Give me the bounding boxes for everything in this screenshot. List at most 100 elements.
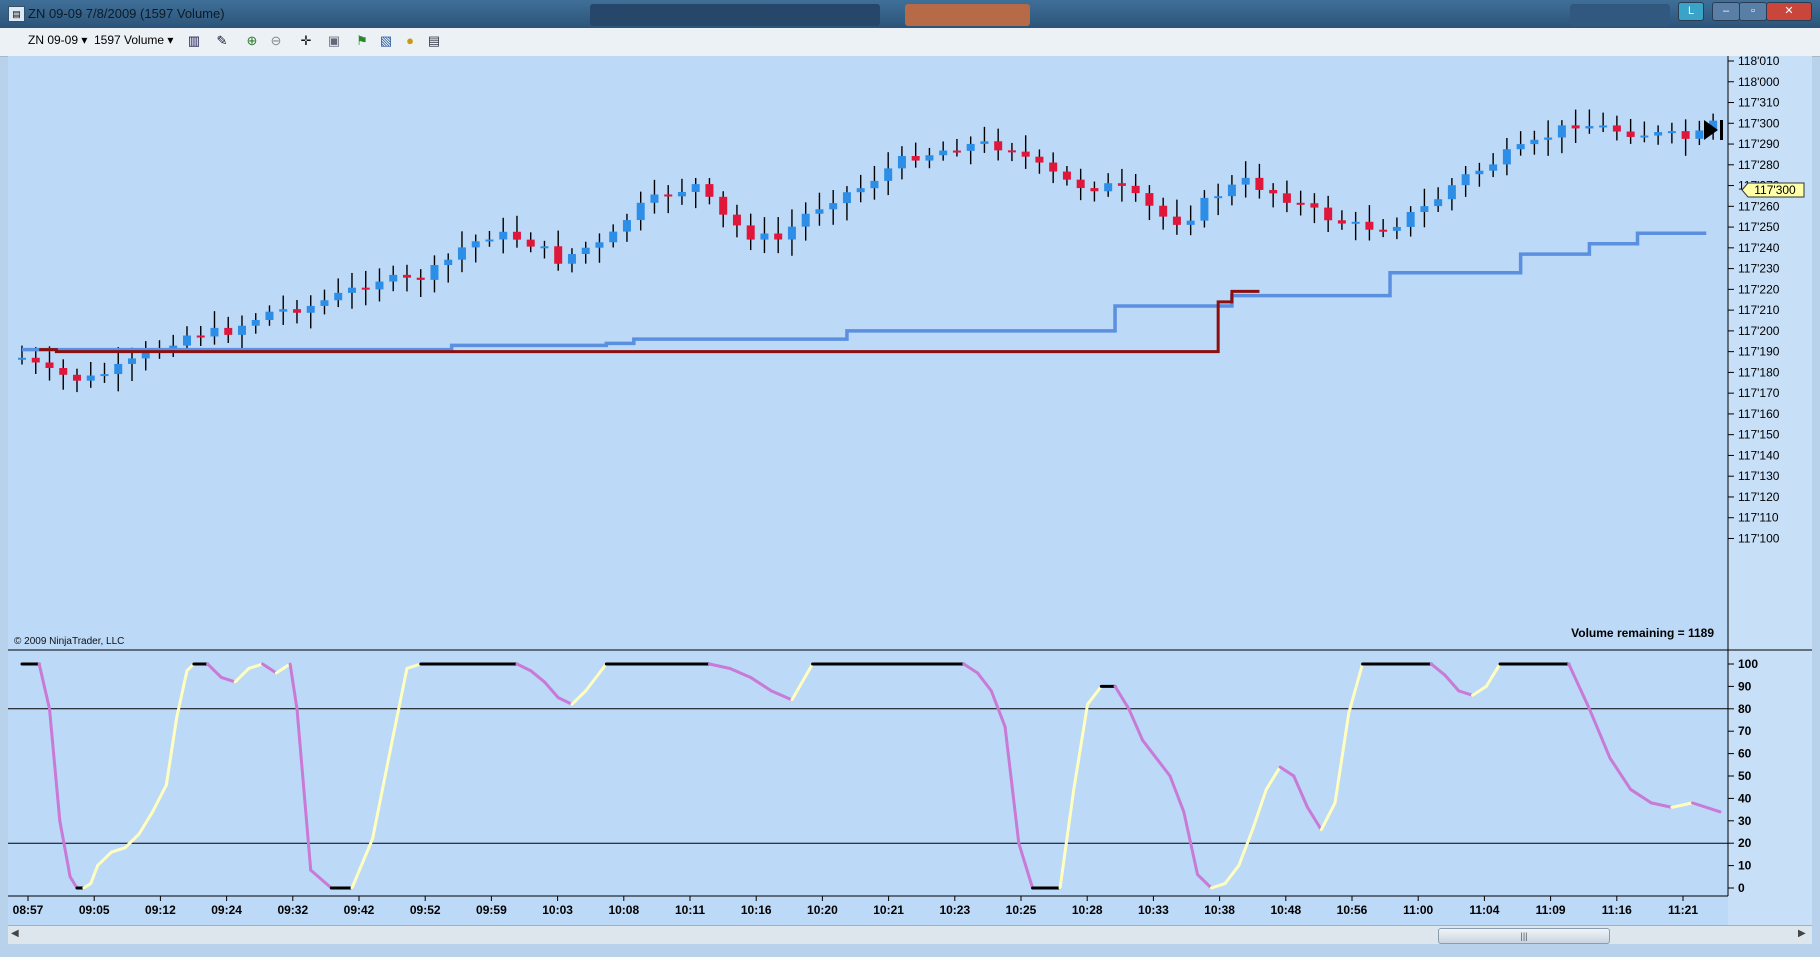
candle-up — [595, 242, 604, 248]
candle-down — [746, 225, 755, 240]
scrollbar-thumb[interactable]: ||| — [1438, 928, 1610, 944]
candle-up — [1351, 221, 1360, 224]
candle-down — [664, 194, 673, 197]
volume-remaining: Volume remaining = 1189 — [1571, 626, 1714, 640]
time-tick-label: 09:32 — [277, 903, 308, 917]
candle-down — [292, 309, 301, 313]
price-tick-label: 117'250 — [1738, 220, 1780, 234]
candle-up — [347, 287, 356, 293]
price-tick-label: 117'130 — [1738, 469, 1780, 483]
candle-down — [512, 231, 521, 240]
candle-down — [1337, 220, 1346, 224]
data-box-icon[interactable]: ▤ — [426, 33, 442, 49]
candle-up — [499, 231, 508, 240]
chart-window: ▤ ZN 09-09 7/8/2009 (1597 Volume) L – ▫ … — [0, 0, 1820, 957]
candle-up — [306, 305, 315, 313]
candle-up — [856, 188, 865, 193]
time-tick-label: 09:12 — [145, 903, 176, 917]
link-badge[interactable]: L — [1678, 2, 1704, 21]
background-window-tab-2[interactable] — [905, 4, 1030, 26]
title-bar[interactable]: ▤ ZN 09-09 7/8/2009 (1597 Volume) L – ▫ … — [0, 0, 1820, 28]
close-button[interactable]: ✕ — [1766, 2, 1812, 21]
horizontal-scrollbar[interactable]: ◀ ||| ▶ — [8, 925, 1812, 944]
candle-up — [265, 311, 274, 321]
drawing-tool-icon[interactable]: ✎ — [214, 33, 230, 49]
scroll-left-icon[interactable]: ◀ — [11, 928, 19, 939]
candle-up — [485, 239, 494, 242]
price-tick-label: 117'280 — [1738, 158, 1780, 172]
price-tick-label: 117'120 — [1738, 490, 1780, 504]
candle-up — [471, 241, 480, 248]
time-tick-label: 10:56 — [1337, 903, 1368, 917]
candle-up — [1241, 177, 1250, 185]
time-tick-label: 08:57 — [13, 903, 44, 917]
candle-up — [1695, 130, 1704, 139]
candle-down — [416, 277, 425, 280]
candle-down — [1131, 185, 1140, 194]
time-tick-label: 11:09 — [1536, 903, 1566, 917]
price-tick-label: 117'230 — [1738, 262, 1780, 276]
candle-down — [1269, 189, 1278, 194]
instrument-selector[interactable]: ZN 09-09 ▾ — [28, 33, 87, 47]
scroll-right-icon[interactable]: ▶ — [1798, 928, 1806, 939]
candle-down — [526, 239, 535, 247]
bar-type-icon[interactable]: ▥ — [186, 33, 202, 49]
candle-down — [1172, 216, 1181, 225]
candle-down — [1090, 188, 1099, 192]
candle-up — [100, 374, 109, 377]
candle-up — [237, 325, 246, 335]
candle-down — [1681, 131, 1690, 139]
candle-up — [691, 184, 700, 192]
price-tick-label: 117'300 — [1738, 116, 1780, 130]
properties-icon[interactable]: ▣ — [326, 33, 342, 49]
time-tick-label: 10:03 — [542, 903, 573, 917]
interval-label: 1597 Volume — [94, 33, 165, 47]
candle-up — [677, 191, 686, 197]
candle-up — [1214, 196, 1223, 199]
candle-down — [59, 368, 68, 375]
crosshair-icon[interactable]: ✛ — [298, 33, 314, 49]
price-tick-label: 117'200 — [1738, 324, 1780, 338]
candle-up — [389, 274, 398, 282]
candle-down — [45, 362, 54, 369]
time-tick-label: 10:21 — [873, 903, 904, 917]
candle-up — [1530, 139, 1539, 145]
price-tick-label: 117'190 — [1738, 345, 1780, 359]
candle-up — [897, 155, 906, 169]
price-chart[interactable]: 118'010 118'000 117'310 117'300 117'290 117'2… — [8, 56, 1812, 941]
interval-selector[interactable]: 1597 Volume ▾ — [94, 33, 173, 47]
time-tick-label: 10:48 — [1270, 903, 1301, 917]
price-tick-label: 117'100 — [1738, 531, 1780, 545]
osc-tick-label: 70 — [1738, 724, 1752, 738]
chevron-down-icon: ▾ — [167, 33, 174, 47]
candle-down — [1062, 171, 1071, 180]
zoom-in-icon[interactable]: ⊕ — [244, 33, 260, 49]
candle-up — [1557, 125, 1566, 138]
candle-down — [1007, 150, 1016, 153]
time-tick-label: 10:20 — [807, 903, 838, 917]
background-window-tab-3[interactable] — [1570, 4, 1670, 26]
order-icon[interactable]: ● — [402, 33, 418, 49]
candle-down — [994, 141, 1003, 151]
candle-down — [1049, 162, 1058, 172]
candle-up — [1104, 183, 1113, 192]
minimize-button[interactable]: – — [1712, 2, 1740, 21]
candle-up — [86, 375, 95, 381]
time-tick-label: 09:05 — [79, 903, 110, 917]
maximize-button[interactable]: ▫ — [1739, 2, 1767, 21]
candle-up — [279, 309, 288, 312]
candle-up — [650, 194, 659, 203]
indicator-icon[interactable]: ▧ — [378, 33, 394, 49]
candle-down — [1626, 131, 1635, 137]
candle-up — [1599, 125, 1608, 128]
candle-up — [334, 292, 343, 301]
time-tick-label: 09:24 — [211, 903, 242, 917]
zoom-out-icon[interactable]: ⊖ — [268, 33, 284, 49]
osc-tick-label: 100 — [1738, 657, 1758, 671]
candle-down — [911, 155, 920, 161]
background-window-tab[interactable] — [590, 4, 880, 26]
time-tick-label: 10:08 — [608, 903, 639, 917]
strategy-icon[interactable]: ⚑ — [354, 33, 370, 49]
osc-tick-label: 90 — [1738, 679, 1752, 693]
candle-up — [622, 220, 631, 232]
